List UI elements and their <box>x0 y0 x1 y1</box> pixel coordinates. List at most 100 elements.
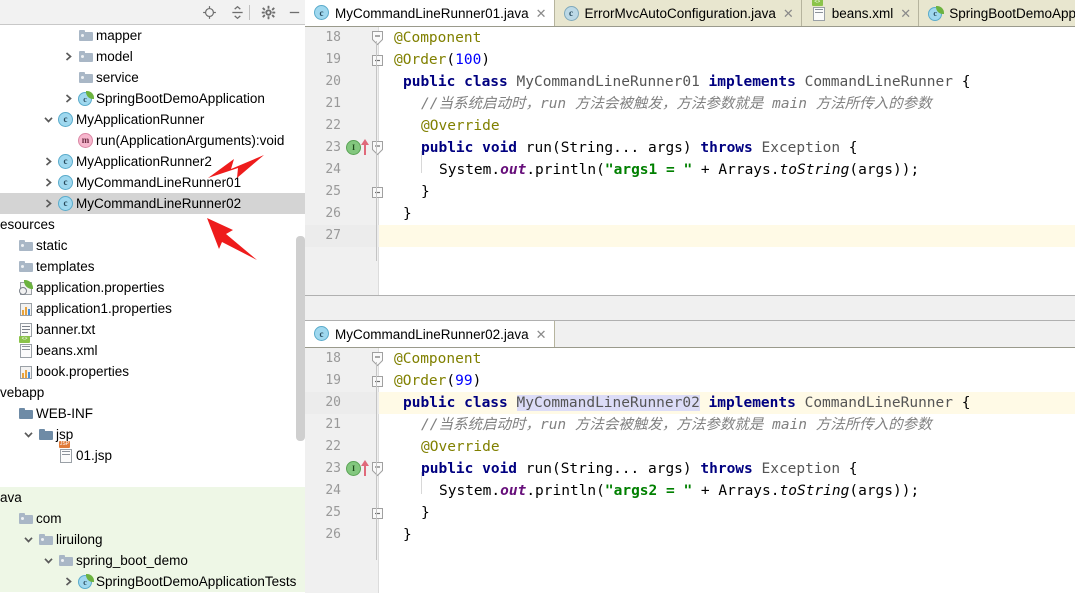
code-line[interactable]: @Order(99) <box>394 370 481 392</box>
close-icon[interactable]: ✕ <box>783 7 794 20</box>
project-tree-scrollbar[interactable] <box>296 236 305 441</box>
code-token: run <box>525 140 552 156</box>
tree-item-static[interactable]: static <box>0 235 305 256</box>
line-number: 23 <box>325 461 341 476</box>
chevron-right-icon[interactable] <box>41 172 55 193</box>
editor-pane-bottom[interactable]: 18 @Component 19 @Order(99) 20 public class M… <box>305 348 1075 593</box>
code-line[interactable]: public void run(String... args) throws E… <box>421 137 858 159</box>
project-tree[interactable]: mapper model service c SpringBootDemoApplica… <box>0 25 305 593</box>
tree-item-ava[interactable]: ava <box>0 487 305 508</box>
locate-icon[interactable] <box>200 3 219 22</box>
tree-item-blank[interactable] <box>0 466 305 487</box>
folder-icon <box>78 28 94 44</box>
close-icon[interactable]: ✕ <box>900 7 911 20</box>
code-line[interactable]: //当系统启动时，run 方法会被触发，方法参数就是 main 方法所传入的参数 <box>421 414 932 436</box>
tree-item-mycommandlinerunner02[interactable]: c MyCommandLineRunner02 <box>0 193 305 214</box>
editor-tab-mycommandlinerunner01-java[interactable]: c MyCommandLineRunner01.java ✕ <box>305 0 555 26</box>
code-line[interactable]: } <box>421 502 430 524</box>
code-line[interactable]: } <box>403 203 412 225</box>
code-token: } <box>403 527 412 543</box>
tree-item-springbootdemoapplicationtests[interactable]: c SpringBootDemoApplicationTests <box>0 571 305 592</box>
tree-item-liruilong[interactable]: liruilong <box>0 529 305 550</box>
code-line[interactable]: @Order(100) <box>394 49 490 71</box>
tree-item-beans-xml[interactable]: <> beans.xml <box>0 336 305 361</box>
code-fold-icon[interactable] <box>371 27 384 49</box>
tree-item-book-properties[interactable]: book.properties <box>0 361 305 382</box>
code-token: { <box>840 140 858 156</box>
code-fold-icon[interactable] <box>371 137 384 159</box>
tree-item-springbootdemoapplication[interactable]: c SpringBootDemoApplication <box>0 88 305 109</box>
code-fold-icon[interactable] <box>371 370 384 392</box>
tree-item-application-properties[interactable]: application.properties <box>0 277 305 298</box>
chevron-down-icon[interactable] <box>21 424 35 445</box>
editor-splitter[interactable] <box>305 295 1075 321</box>
gear-icon[interactable] <box>259 3 278 22</box>
implementing-method-icon[interactable]: I <box>346 140 361 155</box>
editor-tab-errormvcautoconfiguration-java[interactable]: c ErrorMvcAutoConfiguration.java ✕ <box>554 0 802 26</box>
properties-icon <box>18 364 34 380</box>
chevron-right-icon[interactable] <box>61 46 75 67</box>
code-line[interactable]: @Override <box>421 436 500 458</box>
code-line[interactable]: } <box>421 181 430 203</box>
code-fold-icon[interactable] <box>371 458 384 480</box>
editor-tabbar-top[interactable]: c MyCommandLineRunner01.java ✕ c ErrorMvcAut… <box>305 0 1075 27</box>
code-line[interactable]: public class MyCommandLineRunner02 imple… <box>403 392 970 414</box>
tree-item-01-jsp[interactable]: JSP 01.jsp <box>0 441 305 466</box>
minimize-icon[interactable] <box>285 3 304 22</box>
chevron-right-icon[interactable] <box>41 151 55 172</box>
folder-icon <box>78 70 94 86</box>
tree-item-myapplicationrunner2[interactable]: c MyApplicationRunner2 <box>0 151 305 172</box>
close-icon[interactable]: ✕ <box>536 328 547 341</box>
tree-item-vebapp[interactable]: vebapp <box>0 382 305 403</box>
tree-item-label: book.properties <box>36 364 130 379</box>
collapse-all-icon[interactable] <box>228 3 247 22</box>
code-fold-icon[interactable] <box>371 502 384 524</box>
editor-pane-top[interactable]: 18 @Component 19 @Order(100) 20 public class … <box>305 27 1075 295</box>
implementing-method-icon[interactable]: I <box>346 461 361 476</box>
tree-item-mycommandlinerunner01[interactable]: c MyCommandLineRunner01 <box>0 172 305 193</box>
tree-item-model[interactable]: model <box>0 46 305 67</box>
code-fold-icon[interactable] <box>371 348 384 370</box>
line-number: 20 <box>325 395 341 410</box>
tree-item-label: MyCommandLineRunner02 <box>76 196 242 211</box>
code-line[interactable]: public class MyCommandLineRunner01 imple… <box>403 71 970 93</box>
code-line[interactable]: @Component <box>394 348 481 370</box>
tree-item-jsp[interactable]: jsp <box>0 424 305 445</box>
overriding-method-arrow-icon[interactable] <box>360 460 370 480</box>
tree-item-templates[interactable]: templates <box>0 256 305 277</box>
chevron-down-icon[interactable] <box>41 550 55 571</box>
code-line[interactable]: public void run(String... args) throws E… <box>421 458 858 480</box>
chevron-right-icon[interactable] <box>41 193 55 214</box>
code-fold-icon[interactable] <box>371 181 384 203</box>
code-line[interactable]: //当系统启动时，run 方法会被触发，方法参数就是 main 方法所传入的参数 <box>421 93 932 115</box>
tree-item-banner-txt[interactable]: banner.txt <box>0 319 305 340</box>
tree-item-spring-boot-demo[interactable]: spring_boot_demo <box>0 550 305 571</box>
tree-item-mapper[interactable]: mapper <box>0 25 305 46</box>
code-line[interactable]: } <box>403 524 412 546</box>
code-line[interactable]: System.out.println("args1 = " + Arrays.t… <box>439 159 919 181</box>
editor-tab-springbootdemoapplication[interactable]: c SpringBootDemoApplication. <box>919 0 1075 26</box>
code-line[interactable]: System.out.println("args2 = " + Arrays.t… <box>439 480 919 502</box>
tree-item-run-applicationarguments-void[interactable]: m run(ApplicationArguments):void <box>0 130 305 151</box>
tree-item-web-inf[interactable]: WEB-INF <box>0 403 305 424</box>
code-line[interactable]: @Component <box>394 27 481 49</box>
editor-tab-mycommandlinerunner02-java[interactable]: c MyCommandLineRunner02.java ✕ <box>305 321 555 347</box>
tree-item-esources[interactable]: esources <box>0 214 305 235</box>
editor-tabbar-bottom[interactable]: c MyCommandLineRunner02.java ✕ <box>305 321 1075 348</box>
tree-item-application1-properties[interactable]: application1.properties <box>0 298 305 319</box>
code-line[interactable]: @Override <box>421 115 500 137</box>
tree-item-label: vebapp <box>0 385 45 400</box>
editor-tab-beans-xml[interactable]: <> beans.xml ✕ <box>801 0 920 26</box>
tree-item-com[interactable]: com <box>0 508 305 529</box>
folder-icon <box>18 259 34 275</box>
tree-item-service[interactable]: service <box>0 67 305 88</box>
chevron-right-icon[interactable] <box>61 88 75 109</box>
chevron-down-icon[interactable] <box>41 109 55 130</box>
code-token: public class <box>403 74 517 90</box>
tree-item-myapplicationrunner[interactable]: c MyApplicationRunner <box>0 109 305 130</box>
overriding-method-arrow-icon[interactable] <box>360 139 370 159</box>
close-icon[interactable]: ✕ <box>536 7 547 20</box>
chevron-right-icon[interactable] <box>61 571 75 592</box>
code-fold-icon[interactable] <box>371 49 384 71</box>
chevron-down-icon[interactable] <box>21 529 35 550</box>
